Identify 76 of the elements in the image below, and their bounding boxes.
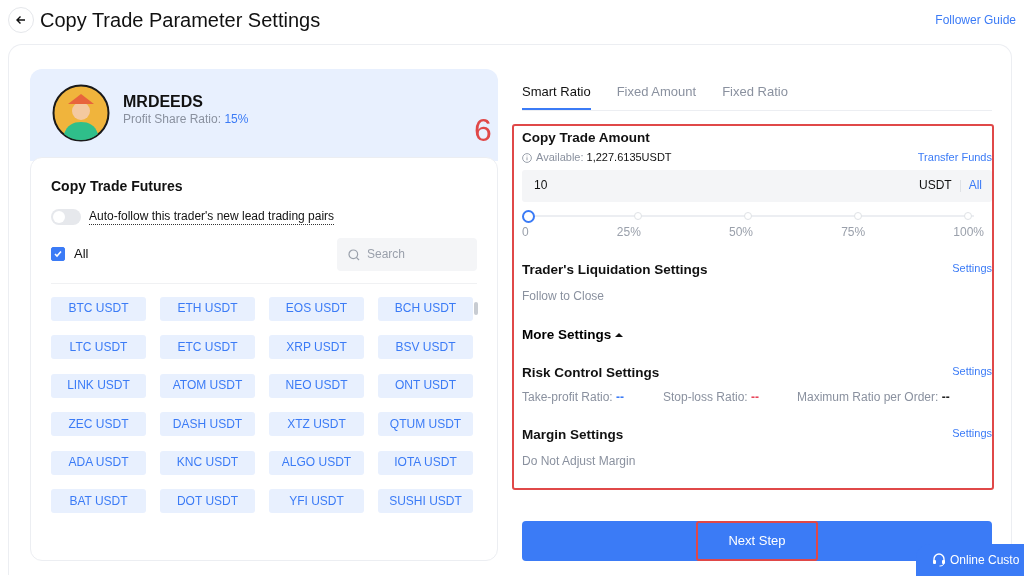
section-title: Trader's Liquidation Settings: [522, 261, 708, 279]
back-arrow-icon: [15, 14, 27, 26]
tick-label: 25%: [616, 224, 641, 240]
online-support-button[interactable]: Online Custo: [916, 544, 1024, 576]
pair-chip[interactable]: NEO USDT: [269, 373, 364, 398]
pair-chip[interactable]: KNC USDT: [160, 450, 255, 475]
toggle-switch[interactable]: [51, 208, 81, 225]
section-title: Risk Control Settings: [522, 365, 660, 383]
transfer-funds-link[interactable]: Transfer Funds: [917, 150, 992, 165]
pair-chip[interactable]: EOS USDT: [269, 296, 364, 321]
slider-stop: [963, 212, 972, 221]
pair-chip[interactable]: XTZ USDT: [269, 412, 364, 436]
slider-stop: [744, 212, 752, 221]
annotation-number: 6: [474, 114, 492, 146]
setting-value: Follow to Close: [522, 288, 606, 304]
pair-chip[interactable]: ETH USDT: [160, 296, 255, 321]
section-title: Copy Trade Amount: [522, 130, 650, 147]
tick-label: 100%: [953, 224, 984, 240]
all-link[interactable]: All: [968, 178, 982, 194]
pair-chip[interactable]: YFI USDT: [269, 489, 364, 513]
tab[interactable]: Fixed Amount: [616, 83, 697, 110]
checkbox-label: All: [74, 245, 89, 263]
slider-stop: [634, 212, 643, 221]
risk-ratio: Maximum Ratio per Order: --: [797, 390, 950, 406]
section-title: Copy Trade Futures: [51, 178, 184, 196]
pair-chip[interactable]: ONT USDT: [378, 373, 473, 398]
page-title: Copy Trade Parameter Settings: [40, 8, 321, 32]
avatar: [52, 84, 110, 142]
back-button[interactable]: [8, 7, 34, 33]
pair-chip[interactable]: BCH USDT: [378, 296, 473, 321]
pair-chip[interactable]: ATOM USDT: [160, 373, 255, 398]
trader-name: MRDEEDS: [123, 92, 204, 112]
pair-chip[interactable]: ADA USDT: [51, 450, 146, 475]
risk-ratio: Stop-loss Ratio: --: [663, 390, 761, 406]
settings-link[interactable]: Settings: [952, 365, 992, 380]
section-title: Margin Settings: [522, 427, 624, 445]
pair-chip[interactable]: ALGO USDT: [269, 450, 364, 475]
auto-follow-label: Auto-follow this trader's new lead trading pairs: [89, 208, 335, 225]
unit-label: USDT: [919, 178, 952, 194]
checkbox[interactable]: [51, 247, 65, 261]
pair-chip[interactable]: XRP USDT: [269, 335, 364, 359]
pair-chip[interactable]: BAT USDT: [51, 489, 146, 513]
pair-chip[interactable]: DASH USDT: [160, 412, 255, 436]
slider-thumb[interactable]: [522, 209, 535, 223]
follower-guide-link[interactable]: Follower Guide: [935, 12, 1016, 28]
settings-link[interactable]: Settings: [952, 427, 992, 441]
pair-chip[interactable]: ETC USDT: [160, 335, 255, 359]
pair-chip[interactable]: QTUM USDT: [378, 412, 473, 436]
pair-chip[interactable]: BSV USDT: [378, 335, 473, 359]
settings-link[interactable]: Settings: [952, 261, 992, 276]
available-balance: Available: 1,227.6135USDT: [536, 150, 672, 165]
info-icon: [522, 152, 532, 163]
pair-chip[interactable]: ZEC USDT: [51, 412, 146, 436]
pair-chip[interactable]: BTC USDT: [51, 296, 146, 321]
scrollbar[interactable]: [474, 301, 478, 315]
risk-ratio: Take-profit Ratio: --: [522, 390, 626, 406]
pair-chip[interactable]: IOTA USDT: [378, 450, 473, 475]
tab[interactable]: Smart Ratio: [522, 83, 591, 110]
pair-chip[interactable]: DOT USDT: [160, 489, 255, 513]
pair-chip[interactable]: SUSHI USDT: [378, 489, 473, 513]
tick-label: 0: [522, 224, 529, 240]
tab[interactable]: Fixed Ratio: [722, 83, 788, 110]
checkmark-icon: [53, 249, 63, 259]
profit-share-ratio: Profit Share Ratio: 15%: [123, 112, 249, 127]
search-field[interactable]: Search: [337, 237, 477, 271]
more-settings-toggle[interactable]: More Settings: [522, 326, 624, 344]
tick-label: 75%: [841, 224, 866, 240]
slider-stop: [853, 212, 862, 221]
search-icon: [348, 248, 360, 261]
tick-label: 50%: [728, 224, 753, 240]
pair-chip[interactable]: LTC USDT: [51, 335, 146, 359]
headset-icon: [932, 553, 946, 567]
amount-field[interactable]: 10 USDT All: [522, 169, 992, 202]
pair-chip[interactable]: LINK USDT: [51, 373, 146, 398]
setting-value: Do Not Adjust Margin: [522, 454, 637, 470]
caret-icon: [615, 331, 624, 338]
